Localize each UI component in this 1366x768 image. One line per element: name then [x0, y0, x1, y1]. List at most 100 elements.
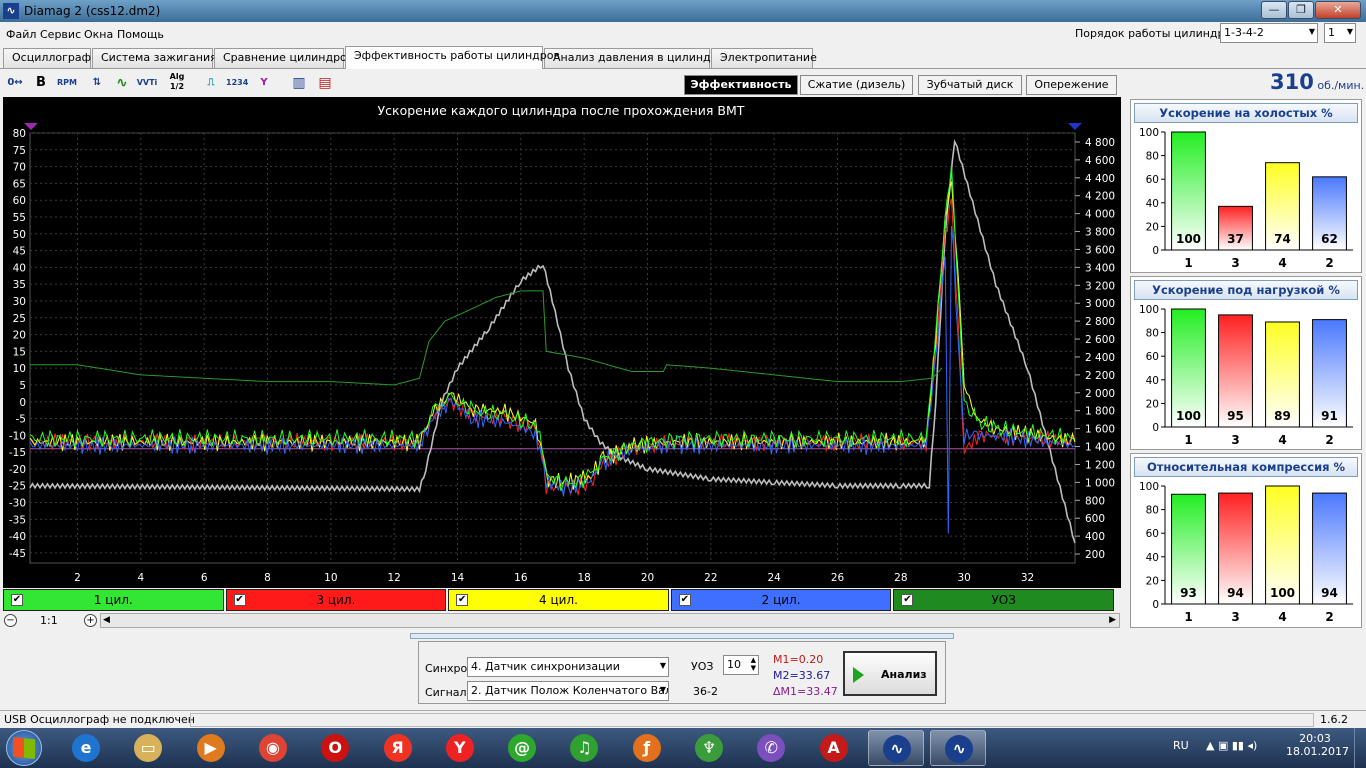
menu-help[interactable]: Помощь [117, 28, 164, 41]
panel-collapse-bar[interactable] [410, 633, 954, 639]
scale-tool-icon[interactable]: ⇅ [86, 72, 108, 94]
cylinders-tool-icon[interactable]: 1234 [226, 72, 248, 94]
channel-toggle-2[interactable]: ✔ 3 цил. [225, 589, 447, 611]
analyze-button[interactable]: Анализ [843, 651, 937, 696]
bar-category-label: 3 [1231, 610, 1239, 624]
tab-cylinder-compare[interactable]: Сравнение цилиндров [214, 48, 353, 68]
y2-tick-label: 3 800 [1085, 227, 1115, 239]
tab-pressure-analysis[interactable]: Анализ давления в цилиндре [544, 48, 724, 68]
tab-power[interactable]: Электропитание [711, 48, 817, 68]
bar-category-label: 2 [1325, 610, 1333, 624]
taskbar-app-3[interactable]: ▶ [183, 730, 239, 766]
y-tick-label: 30 [13, 296, 26, 308]
channel-toggle-4[interactable]: ✔ 2 цил. [670, 589, 892, 611]
y2-tick-label: 2 400 [1085, 352, 1115, 364]
taskbar-app-14[interactable]: ∿ [867, 730, 924, 766]
filter-tool-icon[interactable]: ⎍ [200, 72, 222, 94]
scroll-left-icon[interactable]: ◀ [103, 615, 110, 625]
channel-toggle-1[interactable]: ✔ 1 цил. [3, 589, 224, 611]
taskbar-app-4[interactable]: ◉ [245, 730, 301, 766]
language-indicator[interactable]: RU [1173, 739, 1189, 752]
zoom-in-button[interactable]: + [84, 614, 97, 627]
menu-file[interactable]: Файл [6, 28, 36, 41]
start-button[interactable] [6, 730, 42, 766]
funnel-tool-icon[interactable]: Y [253, 72, 275, 94]
show-desktop-button[interactable] [1354, 728, 1366, 768]
subtab-efficiency[interactable]: Эффективность [684, 75, 798, 95]
cylinder-order-select[interactable]: 1-3-4-2 ▼ [1220, 23, 1318, 43]
cylinder-count-select[interactable]: 1 ▼ [1324, 23, 1356, 43]
sync-select[interactable]: 4. Датчик синхронизации ▼ [467, 657, 669, 677]
subtab-advance[interactable]: Опережение [1026, 75, 1117, 95]
x-tick-label: 16 [514, 572, 528, 584]
y2-tick-label: 3 600 [1085, 244, 1115, 256]
tab-ignition[interactable]: Система зажигания [92, 48, 217, 68]
windows-logo-icon [13, 737, 35, 759]
taskbar-app-15[interactable]: ∿ [930, 730, 987, 766]
taskbar-app-8[interactable]: @ [494, 730, 550, 766]
x-tick-label: 8 [264, 572, 271, 584]
taskbar-app-1[interactable]: e [58, 730, 114, 766]
bold-tool-icon[interactable]: B [30, 72, 52, 94]
bar-value-label: 95 [1227, 409, 1244, 423]
uoz-stepper[interactable]: 10 ▲ ▼ [723, 655, 759, 675]
acceleration-chart-svg[interactable]: Ускорение каждого цилиндра после прохожд… [3, 97, 1121, 588]
taskbar-app-7[interactable]: Y [432, 730, 488, 766]
y-tick-label: 10 [13, 363, 26, 375]
tab-divider [0, 68, 1366, 69]
offset-tool-icon[interactable]: 0↔ [4, 72, 26, 94]
subtab-gear-disk[interactable]: Зубчатый диск [918, 75, 1022, 95]
x-tick-label: 6 [201, 572, 208, 584]
y-tick-label: -10 [9, 430, 26, 442]
horizontal-scrollbar[interactable]: ◀ ▶ [100, 613, 1120, 628]
y-tick-label: -15 [9, 447, 26, 459]
clock[interactable]: 20:03 18.01.2017 [1286, 732, 1349, 758]
chrome-icon: ◉ [258, 734, 287, 762]
maximize-button[interactable]: ❐ [1288, 1, 1314, 19]
bar-value-label: 37 [1227, 232, 1244, 246]
scroll-right-icon[interactable]: ▶ [1109, 615, 1116, 625]
menu-windows[interactable]: Окна [84, 28, 113, 41]
x-tick-label: 28 [894, 572, 907, 584]
y-tick-label: 20 [13, 330, 26, 342]
close-button[interactable]: ✕ [1315, 1, 1361, 19]
vvti-tool-icon[interactable]: VVTi [136, 72, 158, 94]
zoom-out-button[interactable]: − [4, 614, 17, 627]
table-tool-icon[interactable]: ▤ [314, 72, 336, 94]
taskbar-app-13[interactable]: A [806, 730, 862, 766]
channel-toggle-5[interactable]: ✔ УОЗ [893, 589, 1114, 611]
menu-service[interactable]: Сервис [40, 28, 81, 41]
x-tick-label: 18 [577, 572, 590, 584]
y-tick-label: 45 [13, 246, 26, 258]
rpm-tool-icon[interactable]: RPM [56, 72, 78, 94]
taskbar-app-6[interactable]: Я [370, 730, 426, 766]
gear-type: 36-2 [693, 685, 718, 698]
taskbar-app-12[interactable]: ✆ [743, 730, 799, 766]
y2-tick-label: 4 600 [1085, 155, 1115, 167]
marker-delta: ΔM1=33.47 [773, 685, 838, 698]
tab-oscilloscope[interactable]: Осциллограф [3, 48, 91, 68]
signal-select[interactable]: 2. Датчик Полож Коленчатого Вал ▼ [467, 681, 669, 701]
channel-toggle-3[interactable]: ✔ 4 цил. [448, 589, 669, 611]
minimize-button[interactable]: — [1261, 1, 1287, 19]
stepper-arrows-icon[interactable]: ▲ ▼ [751, 656, 756, 672]
signal-tool-icon[interactable]: ∿ [111, 72, 133, 94]
bar-category-label: 2 [1325, 256, 1333, 270]
bar-y-tick-label: 80 [1146, 151, 1159, 163]
clock-date: 18.01.2017 [1286, 745, 1349, 758]
media-player-icon: ▶ [196, 734, 225, 762]
algorithm-tool-icon[interactable]: Alg 1/2 [166, 72, 188, 94]
subtab-compression[interactable]: Сжатие (дизель) [800, 75, 913, 95]
y2-tick-label: 1 400 [1085, 442, 1115, 454]
taskbar-app-9[interactable]: ♫ [556, 730, 612, 766]
marker-m1: M1=0.20 [773, 653, 824, 666]
taskbar-app-2[interactable]: ▭ [120, 730, 176, 766]
taskbar-app-10[interactable]: ƒ [619, 730, 675, 766]
x-tick-label: 20 [641, 572, 654, 584]
taskbar-app-5[interactable]: O [307, 730, 363, 766]
tray-icons[interactable]: ▲ ▣ ▮▮ ◂) [1206, 739, 1257, 752]
taskbar-app-11[interactable]: ♆ [681, 730, 737, 766]
bars-tool-icon[interactable]: ▥ [288, 72, 310, 94]
tab-cylinder-efficiency[interactable]: Эффективность работы цилиндров [345, 46, 560, 69]
acceleration-chart[interactable]: Ускорение каждого цилиндра после прохожд… [3, 97, 1121, 588]
